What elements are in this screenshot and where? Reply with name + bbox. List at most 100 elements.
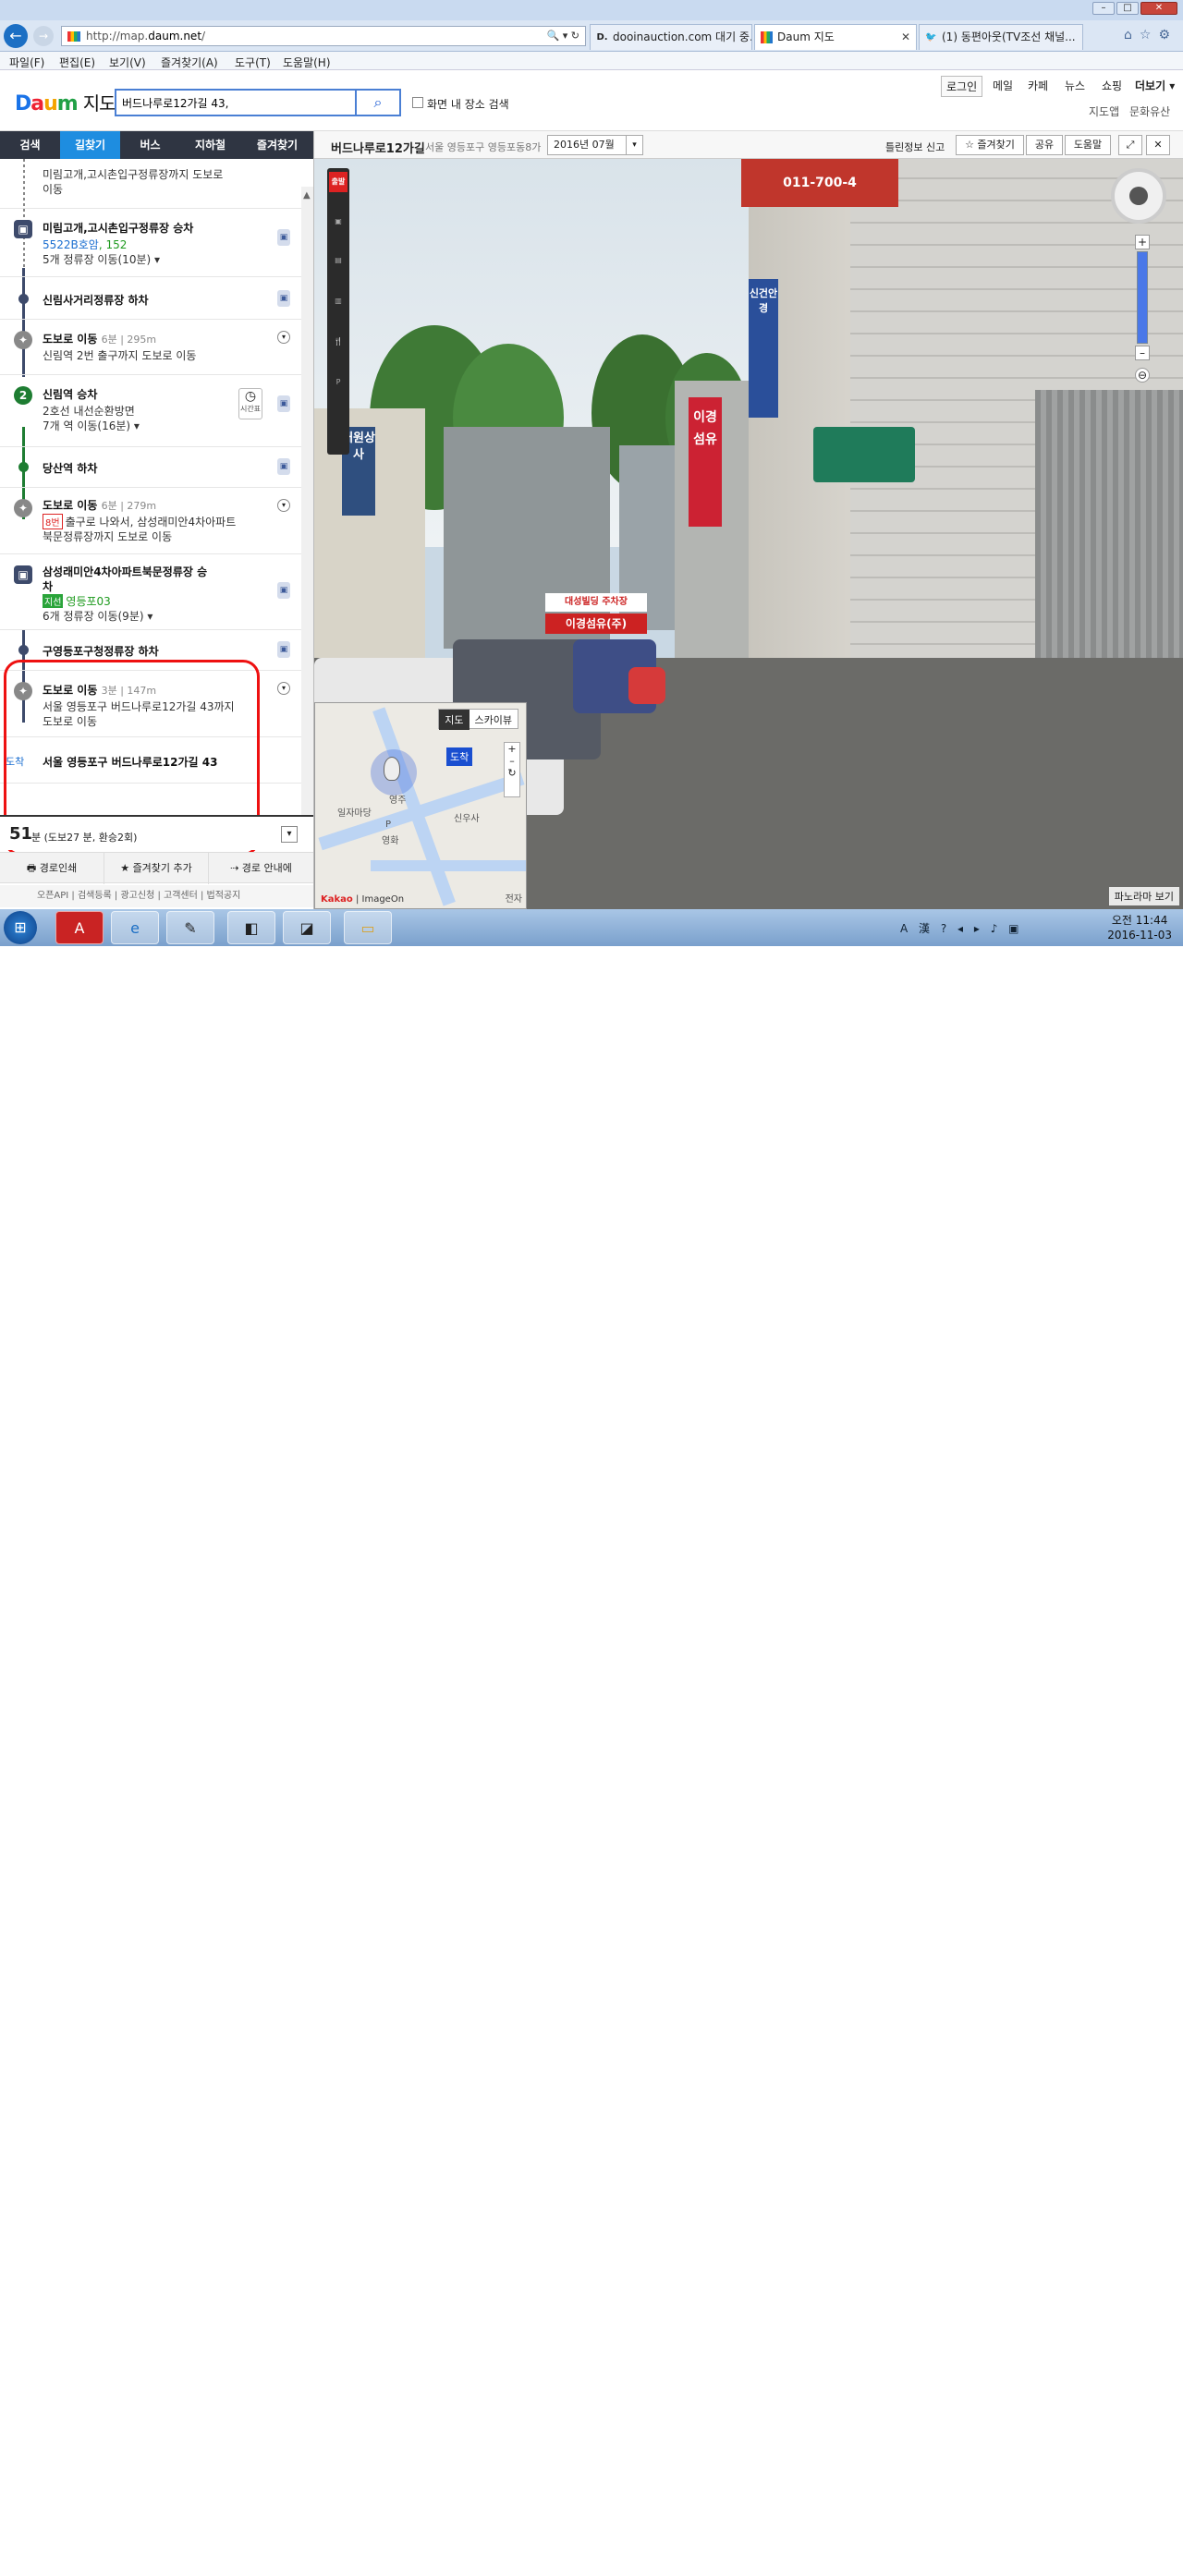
- bus-layer-icon[interactable]: ▣: [329, 209, 348, 235]
- total-minutes: 51: [9, 824, 33, 844]
- favorite-button[interactable]: ☆ 즐겨찾기: [956, 135, 1024, 155]
- search-input[interactable]: [122, 94, 353, 111]
- search-button[interactable]: ⌕: [357, 89, 401, 116]
- help-button[interactable]: 도움말: [1065, 135, 1111, 155]
- paint-taskbar-icon[interactable]: ✎: [166, 911, 214, 944]
- area-search-checkbox[interactable]: [412, 97, 423, 108]
- clock-icon: ◷: [244, 389, 257, 404]
- restaurant-layer-icon[interactable]: 🍴: [329, 329, 348, 355]
- close-window-button[interactable]: ✕: [1140, 2, 1177, 15]
- pegman-icon[interactable]: [384, 757, 400, 781]
- expand-step-button[interactable]: ▾: [277, 499, 290, 512]
- tab-twitter[interactable]: 🐦 (1) 동편아웃(TV조선 채널...: [919, 24, 1083, 50]
- menu-view[interactable]: 보기(V): [109, 55, 146, 70]
- mini-map[interactable]: 지도 스카이뷰 도착 + – ↻ 영주 일자마당 P 영화 신우사 Kakao | I…: [314, 702, 527, 909]
- expand-stops-toggle[interactable]: 5개 정류장 이동(10분) ▾: [43, 251, 160, 267]
- windows-taskbar: ⊞ A e ✎ ◧ ◪ ▭ A 漢 ? ◂ ▸ ♪ ▣ 오전 11:44 201…: [0, 909, 1183, 946]
- link-news[interactable]: 뉴스: [1065, 78, 1085, 93]
- summary-expand-button[interactable]: ▾: [281, 826, 298, 843]
- route-guide-button[interactable]: ⇢ 경로 안내에: [209, 853, 313, 884]
- system-tray[interactable]: A 漢 ? ◂ ▸ ♪ ▣: [900, 920, 1023, 936]
- tab-dooinauction[interactable]: D. dooinauction.com 대기 중...: [590, 24, 752, 50]
- clock[interactable]: 오전 11:44 2016-11-03: [1107, 913, 1172, 942]
- menu-help[interactable]: 도움말(H): [283, 55, 331, 70]
- road-title: 버드나루로12가길: [331, 142, 425, 156]
- fullscreen-icon[interactable]: ⤢: [1118, 135, 1142, 155]
- report-link[interactable]: 틀린정보 신고: [885, 140, 945, 154]
- print-route-button[interactable]: 🖶 경로인쇄: [0, 853, 104, 884]
- bus-info-icon[interactable]: ▣: [277, 290, 290, 307]
- menu-favorites[interactable]: 즐겨찾기(A): [161, 55, 218, 70]
- expand-stops-toggle[interactable]: 6개 정류장 이동(9분) ▾: [43, 608, 152, 624]
- storeview-layer-icon[interactable]: ▥: [329, 288, 348, 314]
- street-view[interactable]: 대원상사 이경섬유 011-700-4 신건안경 대성빌딩 주차장 이경섬유(주…: [314, 159, 1183, 909]
- link-map-app[interactable]: 지도앱: [1089, 103, 1119, 119]
- link-more[interactable]: 더보기 ▾: [1135, 78, 1175, 93]
- login-button[interactable]: 로그인: [941, 76, 983, 97]
- zoom-slider[interactable]: [1137, 251, 1148, 344]
- acrobat-taskbar-icon[interactable]: A: [55, 911, 104, 944]
- tab-map[interactable]: 지도: [439, 710, 470, 730]
- menu-tools[interactable]: 도구(T): [235, 55, 271, 70]
- add-favorite-button[interactable]: ★ 즐겨찾기 추가: [104, 853, 209, 884]
- start-button[interactable]: 출발: [329, 172, 348, 192]
- address-input[interactable]: http://map.daum.net/ 🔍 ▾ ↻: [61, 26, 586, 46]
- link-heritage[interactable]: 문화유산: [1129, 103, 1170, 119]
- footer-links[interactable]: 오픈API | 검색등록 | 광고신청 | 고객센터 | 법적공지: [0, 885, 313, 907]
- daum-logo[interactable]: Daum 지도: [15, 89, 116, 115]
- tab-search[interactable]: 검색: [0, 131, 60, 159]
- minimap-zoom[interactable]: + – ↻: [504, 742, 520, 797]
- close-tab-icon[interactable]: ✕: [901, 25, 910, 49]
- bus-info-icon[interactable]: ▣: [277, 582, 290, 599]
- expand-stops-toggle[interactable]: 7개 역 이동(16분) ▾: [43, 418, 140, 433]
- scroll-up-icon[interactable]: ▲: [303, 190, 311, 200]
- menu-file[interactable]: 파일(F): [9, 55, 44, 70]
- address-controls[interactable]: 🔍 ▾ ↻: [547, 30, 579, 42]
- share-button[interactable]: 공유: [1026, 135, 1063, 155]
- menu-edit[interactable]: 편집(E): [59, 55, 95, 70]
- back-button[interactable]: ←: [4, 24, 28, 48]
- timetable-button[interactable]: ◷ 시간표: [238, 388, 262, 419]
- home-star-gear-icons[interactable]: ⌂☆⚙: [1124, 28, 1177, 43]
- subway-info-icon[interactable]: ▣: [277, 458, 290, 475]
- route-steps: 미림고개,고시촌입구정류장까지 도보로 이동 ▣ 미림고개,고시촌입구정류장 승…: [0, 159, 313, 856]
- app-taskbar-icon[interactable]: ◧: [227, 911, 275, 944]
- compass-control[interactable]: [1111, 168, 1166, 224]
- daum-header: Daum지도 ⌕ 화면 내 장소 검색 로그인 메일 카페 뉴스 쇼핑 더보기 …: [0, 70, 1183, 131]
- arrive-marker: 도착: [446, 747, 473, 766]
- subway-layer-icon[interactable]: ▤: [329, 248, 348, 273]
- bus-info-icon[interactable]: ▣: [277, 641, 290, 658]
- tab-skyview[interactable]: 스카이뷰: [470, 710, 518, 730]
- route-step: 당산역 하차 ▣: [0, 447, 301, 488]
- route-summary: 51 분 (도보27 분, 환승2회) ▾: [0, 815, 313, 850]
- link-shopping[interactable]: 쇼핑: [1102, 78, 1122, 93]
- start-menu-button[interactable]: ⊞: [4, 911, 37, 944]
- subway-info-icon[interactable]: ▣: [277, 395, 290, 412]
- link-mail[interactable]: 메일: [993, 78, 1013, 93]
- minimize-button[interactable]: –: [1092, 2, 1115, 15]
- bus-info-icon[interactable]: ▣: [277, 229, 290, 246]
- tab-subway[interactable]: 지하철: [180, 131, 240, 159]
- sidebar-scrollbar[interactable]: ▲: [301, 187, 313, 843]
- ie-taskbar-icon[interactable]: e: [111, 911, 159, 944]
- parking-layer-icon[interactable]: P: [329, 370, 348, 395]
- route-type-badge: 지선: [43, 594, 64, 608]
- zoom-out-button[interactable]: –: [1135, 346, 1150, 360]
- car-icon[interactable]: ⊖: [1135, 368, 1150, 383]
- close-viewer-icon[interactable]: ✕: [1146, 135, 1170, 155]
- folder-taskbar-icon[interactable]: ▭: [344, 911, 392, 944]
- tab-directions[interactable]: 길찾기: [60, 131, 120, 159]
- search-box: [115, 89, 357, 116]
- capture-taskbar-icon[interactable]: ◪: [283, 911, 331, 944]
- tab-bus[interactable]: 버스: [120, 131, 180, 159]
- zoom-in-button[interactable]: +: [1135, 235, 1150, 249]
- tab-daum-map[interactable]: Daum 지도 ✕: [754, 24, 917, 50]
- expand-step-button[interactable]: ▾: [277, 331, 290, 344]
- link-cafe[interactable]: 카페: [1028, 78, 1048, 93]
- panorama-button[interactable]: 파노라마 보기: [1108, 887, 1179, 905]
- tab-favorites[interactable]: 즐겨찾기: [240, 131, 313, 159]
- forward-button[interactable]: →: [33, 26, 54, 46]
- expand-step-button[interactable]: ▾: [277, 682, 290, 695]
- date-select[interactable]: 2016년 07월 ▾: [547, 135, 643, 155]
- maximize-button[interactable]: □: [1116, 2, 1139, 15]
